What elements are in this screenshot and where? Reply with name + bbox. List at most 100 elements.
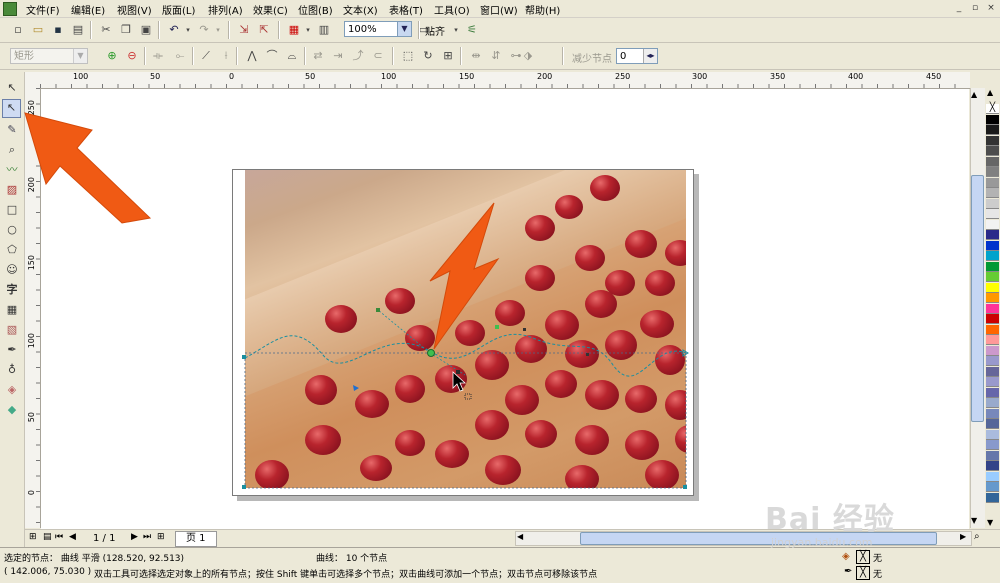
color-swatch[interactable] (986, 314, 999, 324)
color-swatch[interactable] (986, 188, 999, 198)
horizontal-ruler[interactable]: 100 50 0 50 100 150 200 250 300 350 400 … (40, 72, 970, 89)
color-swatch[interactable] (986, 177, 999, 188)
vertical-scroll-thumb[interactable] (971, 175, 984, 422)
color-swatch[interactable] (986, 209, 999, 219)
menu-tools[interactable]: 工具(O) (434, 2, 470, 17)
paste-icon[interactable]: ▣ (138, 22, 154, 38)
add-page-after-icon[interactable]: ⊞ (157, 532, 165, 542)
auto-close-icon[interactable]: ⊂ (370, 48, 386, 64)
color-swatch[interactable] (986, 230, 999, 240)
scroll-up-icon[interactable]: ▲ (971, 90, 977, 99)
color-swatch[interactable] (986, 251, 999, 261)
convert-to-line-icon[interactable]: ⟋ (198, 48, 214, 64)
new-icon[interactable]: ▫ (10, 22, 26, 38)
color-swatch[interactable] (986, 303, 999, 314)
shape-tool-icon[interactable]: ↖ (2, 99, 21, 118)
interactive-fill-icon[interactable]: ◆ (4, 402, 20, 418)
color-swatch[interactable] (986, 377, 999, 387)
extend-curve-icon[interactable]: ⇥ (330, 48, 346, 64)
color-swatch[interactable] (986, 198, 999, 209)
menu-effects[interactable]: 效果(C) (253, 2, 288, 17)
shape-combo[interactable]: 矩形 ▼ (10, 48, 88, 64)
reflect-horizontal-icon[interactable]: ⇹ (468, 48, 484, 64)
page-tab[interactable]: 页 1 (175, 531, 217, 547)
color-swatch[interactable] (986, 492, 999, 503)
cut-icon[interactable]: ✂ (98, 22, 114, 38)
outline-pen-icon[interactable]: ✒ (844, 566, 852, 577)
scroll-left-icon[interactable]: ◀ (517, 532, 523, 541)
outline-tool-icon[interactable]: ♁ (4, 362, 20, 378)
zoom-combo[interactable]: 100% ▼ (344, 21, 412, 37)
stretch-nodes-icon[interactable]: ⬚ (400, 48, 416, 64)
menu-edit[interactable]: 编辑(E) (71, 2, 105, 17)
color-swatch[interactable] (986, 408, 999, 419)
cusp-node-icon[interactable]: ⋀ (244, 48, 260, 64)
color-swatch[interactable] (986, 345, 999, 356)
select-all-nodes-icon[interactable]: ⬗ (520, 48, 536, 64)
basic-shapes-icon[interactable]: ☺ (4, 262, 20, 278)
app-launcher-dropdown-icon[interactable]: ▾ (300, 22, 316, 38)
smooth-node-icon[interactable]: ⌒ (264, 48, 280, 64)
color-swatch[interactable] (986, 156, 999, 167)
copy-icon[interactable]: ❐ (118, 22, 134, 38)
color-swatch[interactable] (986, 293, 999, 303)
snap-dropdown-icon[interactable]: ▾ (448, 22, 464, 38)
next-page-icon[interactable]: ▶ (131, 532, 138, 542)
crop-tool-icon[interactable]: ✎ (4, 122, 20, 138)
menu-window[interactable]: 窗口(W) (480, 2, 518, 17)
export-icon[interactable]: ⇱ (256, 22, 272, 38)
options-icon[interactable]: ⚟ (464, 22, 480, 38)
color-swatch[interactable] (986, 450, 999, 461)
color-swatch[interactable] (986, 429, 999, 440)
color-swatch[interactable] (986, 167, 999, 177)
rotate-nodes-icon[interactable]: ↻ (420, 48, 436, 64)
no-outline-swatch-icon[interactable]: ╳ (856, 566, 870, 580)
extract-subpath-icon[interactable]: ⤴ (350, 48, 366, 64)
scroll-down-icon[interactable]: ▼ (971, 516, 977, 525)
color-swatch[interactable] (986, 335, 999, 345)
eyedropper-tool-icon[interactable]: ✒ (4, 342, 20, 358)
welcome-screen-icon[interactable]: ▥ (316, 22, 332, 38)
open-icon[interactable]: ▭ (30, 22, 46, 38)
color-swatch[interactable] (986, 387, 999, 398)
text-tool-icon[interactable]: 字 (4, 282, 20, 298)
curve-smoothness-input[interactable]: 0 ◂▸ (616, 48, 658, 64)
app-icon[interactable] (3, 2, 17, 16)
snap-to-button[interactable]: 贴齐 (425, 23, 445, 38)
delete-node-icon[interactable]: ⊖ (124, 48, 140, 64)
first-page-icon[interactable]: ⏮ (55, 532, 63, 542)
color-swatch[interactable] (986, 135, 999, 146)
color-swatch[interactable] (986, 146, 999, 156)
join-nodes-icon[interactable]: ⟛ (150, 48, 166, 64)
drawing-canvas[interactable] (41, 89, 969, 529)
fill-icon[interactable]: ◈ (842, 551, 850, 562)
reverse-direction-icon[interactable]: ⇄ (310, 48, 326, 64)
color-swatch[interactable] (986, 461, 999, 471)
menu-layout[interactable]: 版面(L) (162, 2, 195, 17)
symmetrical-node-icon[interactable]: ⌓ (284, 48, 300, 64)
menu-text[interactable]: 文本(X) (343, 2, 378, 17)
no-fill-swatch-icon[interactable]: ╳ (856, 550, 870, 564)
reflect-vertical-icon[interactable]: ⇵ (488, 48, 504, 64)
minimize-button[interactable]: _ (952, 2, 966, 14)
import-icon[interactable]: ⇲ (236, 22, 252, 38)
scroll-right-icon[interactable]: ▶ (960, 532, 966, 541)
table-tool-icon[interactable]: ▦ (4, 302, 20, 318)
color-swatch[interactable] (986, 419, 999, 429)
color-swatch[interactable] (986, 272, 999, 282)
freehand-tool-icon[interactable]: 〰 (4, 162, 20, 178)
last-page-icon[interactable]: ⏭ (143, 532, 151, 542)
zoom-tool-icon[interactable]: ⌕ (4, 142, 20, 158)
add-node-icon[interactable]: ⊕ (104, 48, 120, 64)
prev-page-icon[interactable]: ◀ (69, 532, 76, 542)
undo-dropdown-icon[interactable]: ▾ (180, 22, 196, 38)
color-swatch[interactable] (986, 261, 999, 272)
ellipse-tool-icon[interactable]: ○ (4, 222, 20, 238)
convert-to-curve-icon[interactable]: ⟊ (218, 48, 234, 64)
rectangle-tool-icon[interactable]: □ (4, 202, 20, 218)
menu-table[interactable]: 表格(T) (389, 2, 423, 17)
palette-scroll-up-icon[interactable]: ▲ (987, 88, 993, 97)
polygon-tool-icon[interactable]: ⬠ (4, 242, 20, 258)
color-swatch[interactable] (986, 282, 999, 293)
ruler-origin[interactable] (25, 72, 41, 89)
